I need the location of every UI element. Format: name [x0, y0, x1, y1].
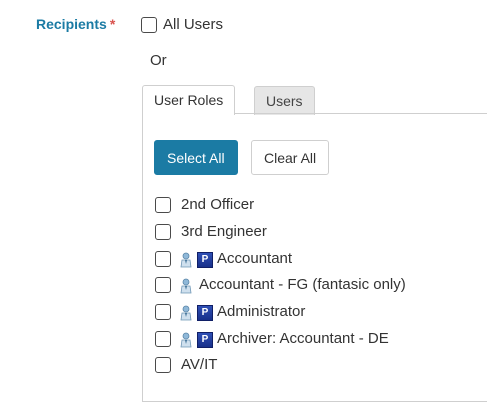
role-label: AV/IT — [181, 356, 218, 373]
role-label: 2nd Officer — [181, 196, 255, 213]
all-users-checkbox[interactable] — [141, 17, 157, 33]
role-checkbox[interactable] — [155, 224, 171, 240]
role-checkbox[interactable] — [155, 304, 171, 320]
user-icon — [179, 278, 193, 294]
p-badge-icon: P — [197, 252, 213, 268]
required-marker: * — [109, 16, 116, 32]
user-icon — [179, 332, 193, 348]
role-checkbox[interactable] — [155, 331, 171, 347]
tab-users[interactable]: Users — [254, 86, 315, 115]
role-checkbox[interactable] — [155, 251, 171, 267]
clear-all-button[interactable]: Clear All — [251, 140, 330, 175]
role-label: Accountant — [217, 250, 293, 267]
all-users-label: All Users — [163, 16, 224, 33]
role-label: Archiver: Accountant - DE — [217, 330, 389, 347]
role-checkbox[interactable] — [155, 357, 171, 373]
role-label: 3rd Engineer — [181, 223, 267, 240]
role-label: Administrator — [217, 303, 306, 320]
p-badge-icon: P — [197, 332, 213, 348]
recipients-label-text: Recipients — [36, 16, 107, 32]
p-badge-icon: P — [197, 305, 213, 321]
or-text: Or — [150, 52, 167, 69]
role-label: Accountant - FG (fantasic only) — [199, 276, 406, 293]
recipients-label: Recipients * — [36, 16, 115, 32]
user-icon — [179, 252, 193, 268]
user-icon — [179, 305, 193, 321]
role-checkbox[interactable] — [155, 277, 171, 293]
role-checkbox[interactable] — [155, 197, 171, 213]
tab-user-roles[interactable]: User Roles — [142, 85, 236, 115]
select-all-button[interactable]: Select All — [154, 140, 238, 175]
